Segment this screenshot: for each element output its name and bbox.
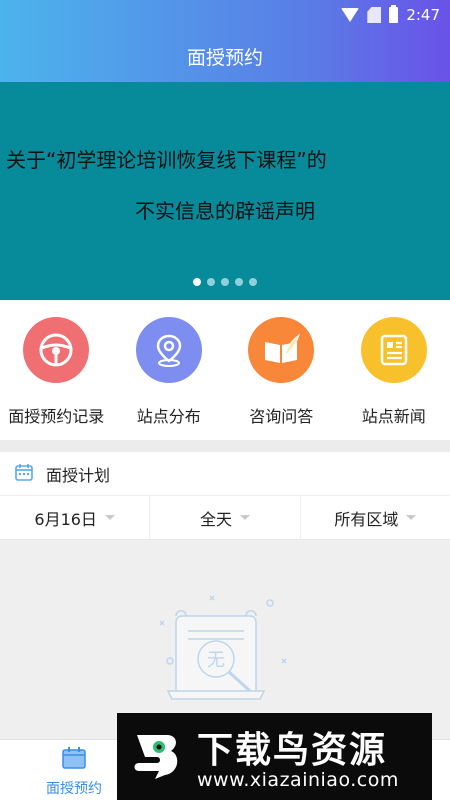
banner-text-line2: 不实信息的辟谣声明 — [135, 199, 315, 223]
region-filter-label: 所有区域 — [334, 509, 399, 529]
page-title: 面授预约 — [186, 46, 263, 69]
banner-carousel[interactable]: 关于“初学理论培训恢复线下课程”的 不实信息的辟谣声明 — [0, 82, 450, 300]
tab-appointments[interactable]: 面授预约 — [24, 746, 124, 798]
date-filter-dropdown[interactable]: 6月16日 — [0, 496, 151, 539]
watermark-overlay: 下载鸟资源 www.xiazainiao.com — [117, 713, 432, 800]
wifi-icon — [341, 8, 360, 22]
quick-links: 面授预约记录 站点分布 咨询问答 站点新闻 — [0, 300, 450, 440]
time-filter-label: 全天 — [199, 509, 232, 529]
carousel-dot[interactable] — [193, 278, 201, 286]
banner-text-line1: 关于“初学理论培训恢复线下课程”的 — [6, 148, 327, 172]
plan-filters: 6月16日 全天 所有区域 — [0, 496, 450, 540]
section-divider — [0, 440, 450, 452]
quick-link-label: 咨询问答 — [249, 407, 314, 426]
region-filter-dropdown[interactable]: 所有区域 — [301, 496, 450, 539]
quick-link-label: 站点分布 — [136, 407, 201, 426]
quick-link-label: 站点新闻 — [361, 407, 426, 426]
no-sim-icon — [367, 7, 382, 23]
plan-header: 面授计划 — [0, 452, 450, 496]
carousel-dot[interactable] — [235, 278, 243, 286]
date-filter-label: 6月16日 — [34, 509, 97, 529]
location-pin-icon — [135, 317, 202, 383]
empty-illustration: 无 — [159, 595, 287, 700]
quick-link-appointment-records[interactable]: 面授预约记录 — [0, 300, 113, 440]
empty-mark: 无 — [207, 650, 225, 671]
watermark-url: www.xiazainiao.com — [197, 769, 399, 791]
calendar-icon — [14, 462, 34, 486]
status-time: 2:47 — [406, 6, 440, 24]
book-feather-icon — [248, 317, 315, 383]
carousel-dot[interactable] — [207, 278, 215, 286]
calendar-tab-icon — [61, 746, 87, 774]
section-title: 面授计划 — [46, 465, 111, 485]
empty-state: 无 — [0, 541, 450, 739]
newspaper-icon — [360, 317, 427, 383]
status-bar: 2:47 — [0, 0, 450, 30]
quick-link-site-news[interactable]: 站点新闻 — [338, 300, 450, 440]
carousel-dot[interactable] — [221, 278, 229, 286]
time-filter-dropdown[interactable]: 全天 — [150, 496, 301, 539]
caret-down-icon — [104, 515, 115, 520]
quick-link-site-distribution[interactable]: 站点分布 — [113, 300, 226, 440]
carousel-dots — [0, 278, 450, 286]
battery-icon — [389, 5, 399, 23]
tab-label: 面授预约 — [46, 781, 102, 797]
title-bar: 面授预约 — [0, 30, 450, 82]
bird-logo — [134, 735, 178, 779]
quick-link-label: 面授预约记录 — [8, 407, 105, 426]
carousel-dot[interactable] — [249, 278, 257, 286]
caret-down-icon — [240, 515, 250, 520]
quick-link-faq[interactable]: 咨询问答 — [225, 300, 338, 440]
steering-wheel-icon — [23, 317, 90, 383]
caret-down-icon — [406, 515, 417, 520]
watermark-title: 下载鸟资源 — [197, 730, 388, 771]
